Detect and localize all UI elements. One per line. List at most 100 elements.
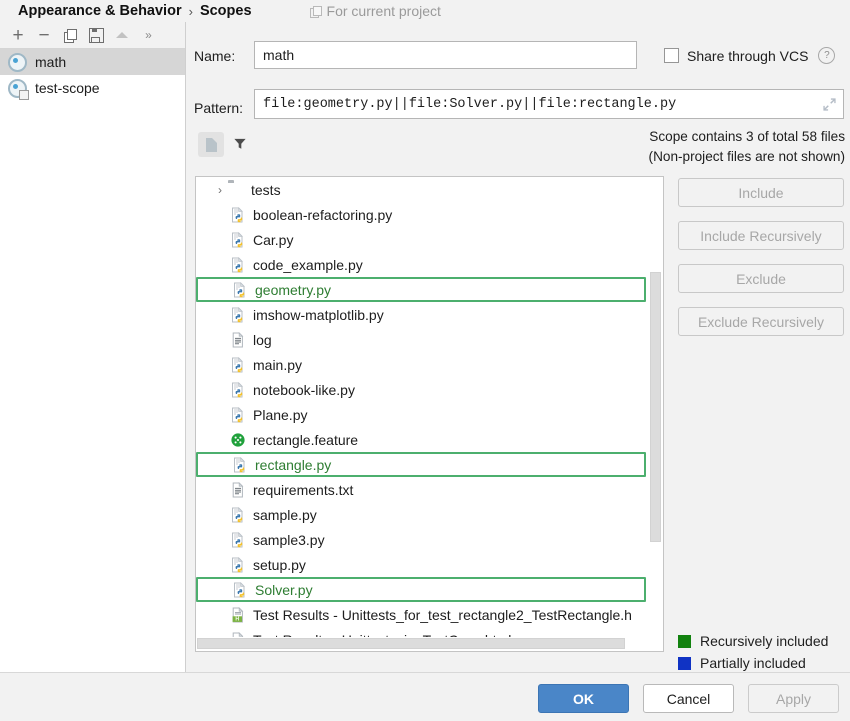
tree-row[interactable]: geometry.py (196, 277, 646, 302)
python-file-icon (230, 407, 246, 423)
tree-row-label: log (253, 332, 272, 348)
python-file-icon (232, 582, 248, 598)
tree-row[interactable]: sample.py (196, 502, 663, 527)
save-scope-button[interactable] (84, 24, 108, 46)
exclude-button[interactable]: Exclude (678, 264, 844, 293)
python-file-icon (230, 407, 246, 423)
pattern-input[interactable]: file:geometry.py||file:Solver.py||file:r… (254, 89, 844, 119)
tree-row[interactable]: requirements.txt (196, 477, 663, 502)
copy-scope-button[interactable] (58, 24, 82, 46)
save-icon (89, 28, 104, 43)
exclude-recursively-button[interactable]: Exclude Recursively (678, 307, 844, 336)
tree-row[interactable]: rectangle.py (196, 452, 646, 477)
share-through-vcs-label: Share through VCS (687, 48, 808, 64)
python-file-icon (230, 207, 246, 223)
tree-horizontal-scrollbar[interactable] (197, 637, 650, 650)
remove-scope-button[interactable]: − (32, 24, 56, 46)
apply-button[interactable]: Apply (748, 684, 839, 713)
tree-row[interactable]: Plane.py (196, 402, 663, 427)
for-current-project-note: For current project (310, 3, 441, 19)
ok-button[interactable]: OK (538, 684, 629, 713)
funnel-icon (232, 136, 248, 151)
legend-swatch-blue (678, 657, 691, 670)
cucumber-icon (230, 432, 246, 448)
tree-row[interactable]: Car.py (196, 227, 663, 252)
share-through-vcs-row: Share through VCS ? (664, 47, 835, 64)
python-file-icon (232, 282, 248, 298)
sidebar-item-test-scope[interactable]: test-scope (0, 75, 185, 101)
tree-row[interactable]: rectangle.feature (196, 427, 663, 452)
python-file-icon (230, 532, 246, 548)
copy-icon (310, 6, 321, 17)
include-button[interactable]: Include (678, 178, 844, 207)
show-files-toggle-button[interactable] (198, 132, 224, 157)
python-file-icon (232, 282, 248, 298)
tree-row[interactable]: Solver.py (196, 577, 646, 602)
tree-row-label: main.py (253, 357, 302, 373)
legend-label: Partially included (700, 655, 806, 671)
expand-arrows-icon[interactable] (818, 93, 840, 115)
tree-vertical-scrollbar-thumb[interactable] (650, 272, 661, 542)
tree-row-label: rectangle.py (255, 457, 331, 473)
add-scope-button[interactable]: + (6, 24, 30, 46)
tree-row[interactable]: imshow-matplotlib.py (196, 302, 663, 327)
tree-row[interactable]: sample3.py (196, 527, 663, 552)
folder-icon (228, 182, 244, 198)
tree-row[interactable]: setup.py (196, 552, 663, 577)
chevron-right-icon[interactable]: › (212, 183, 228, 197)
legend-swatch-green (678, 635, 691, 648)
include-exclude-buttons: Include Include Recursively Exclude Excl… (678, 178, 844, 350)
breadcrumb: Appearance & Behavior › Scopes For curre… (0, 0, 850, 22)
python-file-icon (230, 207, 246, 223)
sidebar-item-label: math (35, 54, 66, 70)
name-label: Name: (194, 48, 235, 64)
minus-icon: − (38, 26, 49, 45)
tree-row-label: Test Results - Unittests_for_test_rectan… (253, 607, 632, 623)
sidebar-item-math[interactable]: math (0, 49, 185, 75)
scope-list: math test-scope (0, 49, 185, 101)
filter-button[interactable] (232, 136, 248, 154)
legend-label: Recursively included (700, 633, 828, 649)
share-through-vcs-checkbox[interactable] (664, 48, 679, 63)
tree-row[interactable]: code_example.py (196, 252, 663, 277)
sidebar-item-label: test-scope (35, 80, 100, 96)
cancel-button[interactable]: Cancel (643, 684, 734, 713)
tree-row[interactable]: notebook-like.py (196, 377, 663, 402)
python-file-icon (232, 582, 248, 598)
scopes-toolbar: + − » (0, 22, 185, 49)
python-file-icon (232, 457, 248, 473)
tree-vertical-scrollbar[interactable] (649, 178, 662, 637)
help-icon[interactable]: ? (818, 47, 835, 64)
name-input[interactable]: math (254, 41, 637, 69)
tree-row[interactable]: ›tests (196, 177, 663, 202)
tree-horizontal-scrollbar-thumb[interactable] (197, 638, 625, 649)
for-current-project-label: For current project (327, 3, 441, 19)
triangle-up-icon (116, 32, 128, 38)
legend: Recursively included Partially included (678, 630, 828, 674)
move-up-button[interactable] (110, 24, 134, 46)
tree-row[interactable]: H Test Results - Unittests_for_test_recta… (196, 602, 663, 627)
python-file-icon (230, 557, 246, 573)
text-file-icon (230, 482, 246, 498)
tree-row-label: imshow-matplotlib.py (253, 307, 384, 323)
breadcrumb-root[interactable]: Appearance & Behavior (18, 3, 182, 19)
tree-row-label: code_example.py (253, 257, 363, 273)
html-file-icon: H (230, 607, 246, 623)
python-file-icon (230, 307, 246, 323)
file-tree[interactable]: ›testsboolean-refactoring.pyCar.py code_e… (196, 177, 663, 651)
file-tree-panel[interactable]: ›testsboolean-refactoring.pyCar.py code_e… (195, 176, 664, 652)
tree-row[interactable]: main.py (196, 352, 663, 377)
scope-shared-circle-icon (8, 79, 27, 98)
breadcrumb-separator-icon: › (189, 4, 193, 19)
tree-row-label: rectangle.feature (253, 432, 358, 448)
html-file-icon: H (230, 607, 246, 623)
python-file-icon (230, 257, 246, 273)
tree-row[interactable]: boolean-refactoring.py (196, 202, 663, 227)
svg-text:H: H (235, 616, 239, 622)
toolbar-overflow-button[interactable]: » (136, 24, 160, 46)
python-file-icon (230, 307, 246, 323)
python-file-icon (230, 532, 246, 548)
include-recursively-button[interactable]: Include Recursively (678, 221, 844, 250)
copy-icon (64, 29, 77, 42)
tree-row[interactable]: log (196, 327, 663, 352)
